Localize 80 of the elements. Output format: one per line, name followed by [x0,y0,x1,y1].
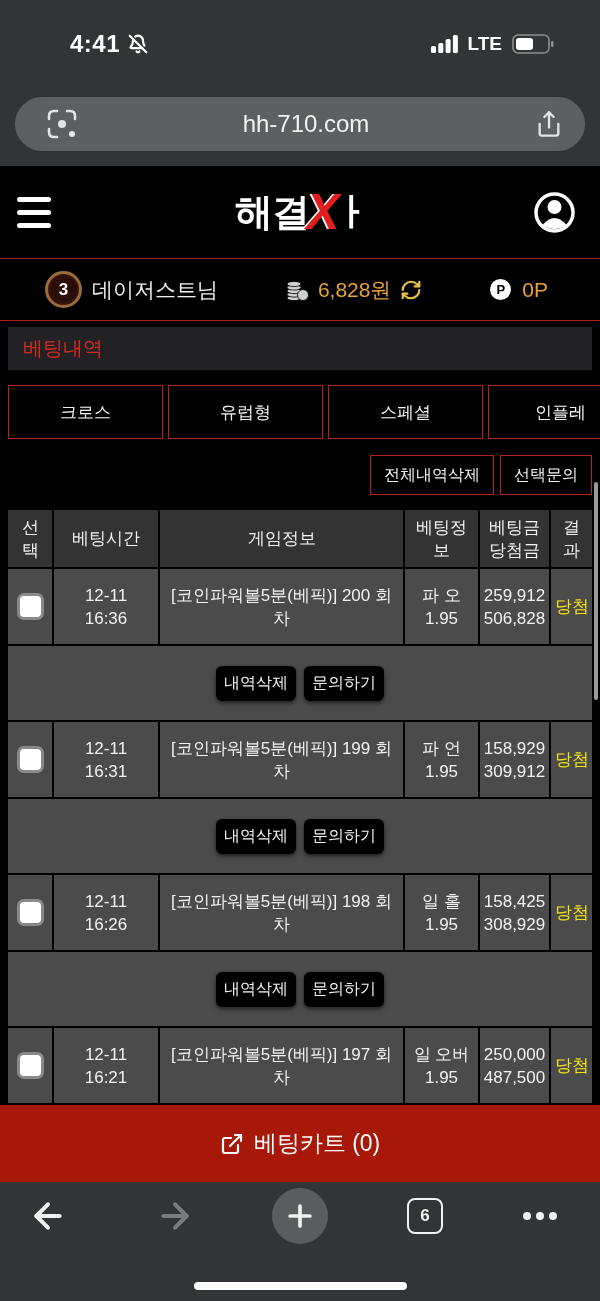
win-amount: 506,828 [483,607,546,630]
result-cell: 당첨 [551,722,592,797]
row-action-button[interactable]: 문의하기 [304,971,384,1007]
row-action-button[interactable]: 문의하기 [304,818,384,854]
url-text: hh-710.com [242,110,370,138]
win-amount: 308,929 [483,913,546,936]
user-icon[interactable] [534,191,575,233]
column-header: 베팅금 당첨금 [480,510,549,567]
bet-pick: 일 홀 [422,890,461,913]
row-action-button[interactable]: 문의하기 [304,665,384,701]
bet-time: 16:21 [84,1066,128,1089]
tab-count-button[interactable]: 6 [407,1198,443,1234]
bet-odds: 1.95 [424,760,459,783]
game-info-cell: [코인파워볼5분(베픽)] 200 회차 [160,569,403,644]
refresh-icon[interactable] [400,278,423,301]
game-info-cell: [코인파워볼5분(베픽)] 199 회차 [160,722,403,797]
bet-pick: 파 오 [422,584,461,607]
bet-cart-label: 베팅카트 (0) [253,1129,381,1158]
network-type: LTE [467,33,502,55]
user-name: 데이저스트님 [92,276,218,303]
new-tab-button[interactable] [272,1188,328,1244]
row-checkbox[interactable] [16,899,44,926]
category-tab[interactable]: 스페셜 [328,385,483,439]
coins-icon [285,278,309,301]
column-header: 선택 [8,510,52,567]
section-title: 베팅내역 [8,327,592,370]
site-logo[interactable]: 해결Xㅏ [235,183,370,241]
row-checkbox[interactable] [16,746,44,773]
category-tab[interactable]: 유럽형 [168,385,323,439]
row-checkbox[interactable] [16,593,44,620]
bet-odds: 1.95 [424,607,459,630]
bet-amount: 259,912 [483,584,546,607]
column-header: 베팅정보 [405,510,478,567]
bet-time: 16:26 [84,913,128,936]
external-link-icon [219,1131,244,1156]
row-action-button[interactable]: 내역삭제 [216,818,296,854]
signal-icon [430,35,458,53]
result-cell: 당첨 [551,569,592,644]
more-icon [523,1212,557,1220]
balance-amount: 6,828원 [317,276,392,303]
bet-date: 12-11 [84,584,128,607]
action-button[interactable]: 전체내역삭제 [370,455,494,495]
game-info-cell: [코인파워볼5분(베픽)] 198 회차 [160,875,403,950]
more-button[interactable] [523,1212,557,1220]
row-action-button[interactable]: 내역삭제 [216,971,296,1007]
column-header: 게임정보 [160,510,403,567]
bet-date: 12-11 [84,737,128,760]
bell-off-icon [128,34,149,54]
camera-search-icon[interactable] [47,109,77,139]
category-tab[interactable]: 크로스 [8,385,163,439]
battery-icon [512,34,554,54]
bet-date: 12-11 [84,890,128,913]
points-amount: 0P [522,277,548,302]
result-cell: 당첨 [551,1028,592,1103]
bet-amount: 250,000 [483,1043,546,1066]
points-badge: P [490,279,512,300]
bet-date: 12-11 [84,1043,128,1066]
action-button[interactable]: 선택문의 [500,455,592,495]
level-badge: 3 [45,271,82,308]
bet-odds: 1.95 [424,913,459,936]
bet-pick: 파 언 [422,737,461,760]
win-amount: 487,500 [483,1066,546,1089]
bet-pick: 일 오버 [413,1043,470,1066]
result-cell: 당첨 [551,875,592,950]
bet-odds: 1.95 [424,1066,459,1089]
bet-time: 16:36 [84,607,128,630]
category-tab[interactable]: 인플레 [488,385,600,439]
game-info-cell: [코인파워볼5분(베픽)] 197 회차 [160,1028,403,1103]
bet-amount: 158,425 [483,890,546,913]
bet-time: 16:31 [84,760,128,783]
column-header: 베팅시간 [54,510,158,567]
bet-cart-button[interactable]: 베팅카트 (0) [0,1105,600,1182]
bet-amount: 158,929 [483,737,546,760]
menu-icon[interactable] [17,196,51,228]
row-checkbox[interactable] [16,1052,44,1079]
column-header: 결과 [551,510,592,567]
status-time: 4:41 [70,30,121,58]
row-action-button[interactable]: 내역삭제 [216,665,296,701]
address-bar[interactable]: hh-710.com [15,97,585,151]
win-amount: 309,912 [483,760,546,783]
